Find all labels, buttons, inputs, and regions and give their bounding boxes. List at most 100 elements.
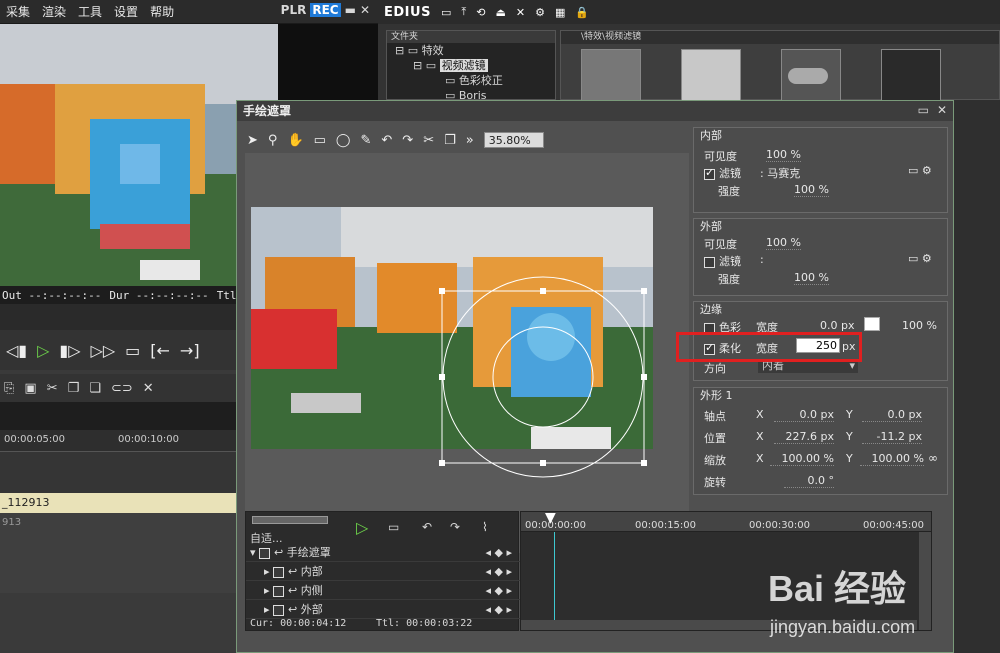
copy-icon[interactable]: ❐: [68, 381, 80, 396]
tree-label: 色彩校正: [458, 74, 503, 87]
close-icon[interactable]: ✕: [360, 3, 370, 17]
menu-tools[interactable]: 工具: [72, 3, 108, 20]
plr-label[interactable]: PLR: [281, 3, 307, 17]
position-x-value[interactable]: 227.6 px: [774, 430, 834, 444]
keyframe-nav-icon[interactable]: ◂ ◆ ▸: [486, 544, 513, 562]
inner-strength-value[interactable]: 100 %: [794, 183, 829, 197]
track-row-inner[interactable]: ▸ ↩ 内部 ◂ ◆ ▸: [246, 563, 520, 581]
keyframe-nav-icon[interactable]: ◂ ◆ ▸: [486, 601, 513, 619]
track-row-outer[interactable]: ▸ ↩ 外部 ◂ ◆ ▸: [246, 601, 520, 619]
track-row-mask[interactable]: ▾ ↩ 手绘遮罩 ◂ ◆ ▸: [246, 544, 520, 562]
rect-tool-icon[interactable]: ▭: [314, 133, 326, 148]
thumb-4[interactable]: [881, 49, 941, 101]
mask-canvas[interactable]: [245, 153, 689, 553]
ellipse-tool-icon[interactable]: ◯: [336, 133, 351, 148]
track-checkbox[interactable]: [259, 547, 271, 559]
copy-shape-icon[interactable]: ❐: [444, 133, 456, 148]
track-label: 913: [2, 517, 22, 528]
track-checkbox[interactable]: [273, 585, 285, 597]
dialog-close-icon[interactable]: ✕: [937, 103, 947, 117]
timeline-clip[interactable]: _112913: [0, 493, 240, 513]
rec-label[interactable]: REC: [310, 3, 341, 17]
playhead-icon[interactable]: ▼: [545, 510, 556, 526]
menu-settings[interactable]: 设置: [108, 3, 144, 20]
keyframe-nav-icon[interactable]: ◂ ◆ ▸: [486, 582, 513, 600]
rotation-value[interactable]: 0.0 °: [784, 474, 834, 488]
thumb-1[interactable]: [581, 49, 641, 101]
view-icon[interactable]: ▦: [555, 6, 565, 19]
position-y-value[interactable]: -11.2 px: [862, 430, 922, 444]
kf-loop-icon[interactable]: ▭: [388, 520, 399, 534]
new-icon[interactable]: ⎘: [4, 381, 14, 396]
outer-filter-checkbox[interactable]: [704, 256, 715, 268]
effect-icon[interactable]: ⚙: [535, 6, 545, 19]
track-checkbox[interactable]: [273, 566, 285, 578]
v-scrollbar[interactable]: [919, 532, 931, 630]
thumb-3[interactable]: [781, 49, 841, 101]
kf-redo-icon[interactable]: ↷: [450, 520, 460, 534]
scale-y-value[interactable]: 100.00 %: [860, 452, 924, 466]
zoom-tool-icon[interactable]: ⚲: [268, 133, 278, 148]
timeline-ruler: 00:00:05:00 00:00:10:00: [0, 430, 240, 452]
zoom-slider[interactable]: [252, 516, 328, 524]
sync-icon[interactable]: ⟲: [476, 6, 485, 19]
track-row-inside[interactable]: ▸ ↩ 内侧 ◂ ◆ ▸: [246, 582, 520, 600]
save-icon[interactable]: ▣: [24, 381, 36, 396]
folder-icon[interactable]: ▭: [441, 6, 451, 19]
up-icon[interactable]: ⤒: [461, 5, 466, 19]
outer-strength-label: 强度: [718, 273, 740, 286]
keyframe-nav-icon[interactable]: ◂ ◆ ▸: [486, 563, 513, 581]
kf-undo-icon[interactable]: ↶: [422, 520, 432, 534]
maximize-icon[interactable]: ▭: [918, 103, 929, 117]
anchor-x-value[interactable]: 0.0 px: [774, 408, 834, 422]
edge-opacity-value[interactable]: 100 %: [902, 319, 937, 332]
cut-icon[interactable]: ✂: [47, 381, 58, 396]
mark-out-icon[interactable]: →]: [180, 341, 200, 360]
outer-strength-value[interactable]: 100 %: [794, 271, 829, 285]
inner-visibility-value[interactable]: 100 %: [766, 148, 801, 162]
redo-icon[interactable]: ↷: [402, 133, 413, 148]
delete-bin-icon[interactable]: ✕: [516, 6, 525, 19]
import-icon[interactable]: ⏏: [495, 6, 505, 19]
kf-tick-3: 00:00:30:00: [749, 520, 811, 531]
play-icon[interactable]: ▷: [37, 341, 49, 360]
minimize-icon[interactable]: ▬: [345, 3, 356, 17]
loop-icon[interactable]: ▭: [125, 341, 140, 360]
paste-icon[interactable]: ❏: [89, 381, 101, 396]
link-icon[interactable]: ⊂⊃: [111, 381, 133, 396]
menu-render[interactable]: 渲染: [36, 3, 72, 20]
scale-x-value[interactable]: 100.00 %: [770, 452, 834, 466]
mark-in-icon[interactable]: [←: [150, 341, 170, 360]
hand-tool-icon[interactable]: ✋: [287, 133, 303, 148]
tree-item-effects[interactable]: ⊟ ▭ 特效: [387, 43, 555, 58]
tree-item-color[interactable]: ▭ 色彩校正: [387, 73, 555, 88]
track-checkbox[interactable]: [273, 604, 285, 616]
menu-capture[interactable]: 采集: [0, 3, 36, 20]
select-tool-icon[interactable]: ➤: [247, 133, 258, 148]
next-frame-icon[interactable]: ▮▷: [59, 341, 80, 360]
zoom-select[interactable]: 35.80%: [483, 132, 544, 148]
inner-filter-settings-icon[interactable]: ▭ ⚙: [908, 164, 932, 177]
inner-filter-checkbox[interactable]: [704, 166, 715, 180]
prev-frame-icon[interactable]: ◁▮: [6, 341, 27, 360]
more-icon[interactable]: »: [466, 133, 474, 148]
link-scale-icon[interactable]: ∞: [928, 451, 938, 465]
fast-forward-icon[interactable]: ▷▷: [91, 341, 116, 360]
pen-tool-icon[interactable]: ✎: [360, 133, 371, 148]
lock-icon[interactable]: 🔒: [575, 6, 589, 19]
scissors-icon[interactable]: ✂: [423, 133, 434, 148]
thumb-2[interactable]: [681, 49, 741, 101]
undo-icon[interactable]: ↶: [381, 133, 392, 148]
outer-visibility-value[interactable]: 100 %: [766, 236, 801, 250]
anchor-y-label: Y: [846, 408, 853, 421]
tree-item-video-filters[interactable]: ⊟ ▭ 视频滤镜: [387, 58, 555, 73]
kf-graph-icon[interactable]: ⌇: [482, 520, 488, 534]
menu-help[interactable]: 帮助: [144, 3, 180, 20]
delete-icon[interactable]: ✕: [143, 381, 154, 396]
position-x-label: X: [756, 430, 764, 443]
anchor-y-value[interactable]: 0.0 px: [862, 408, 922, 422]
edge-width-value[interactable]: 0.0 px: [820, 319, 854, 332]
kf-play-icon[interactable]: ▷: [356, 518, 368, 537]
outer-filter-settings-icon[interactable]: ▭ ⚙: [908, 252, 932, 265]
edge-color-swatch[interactable]: [864, 317, 880, 331]
